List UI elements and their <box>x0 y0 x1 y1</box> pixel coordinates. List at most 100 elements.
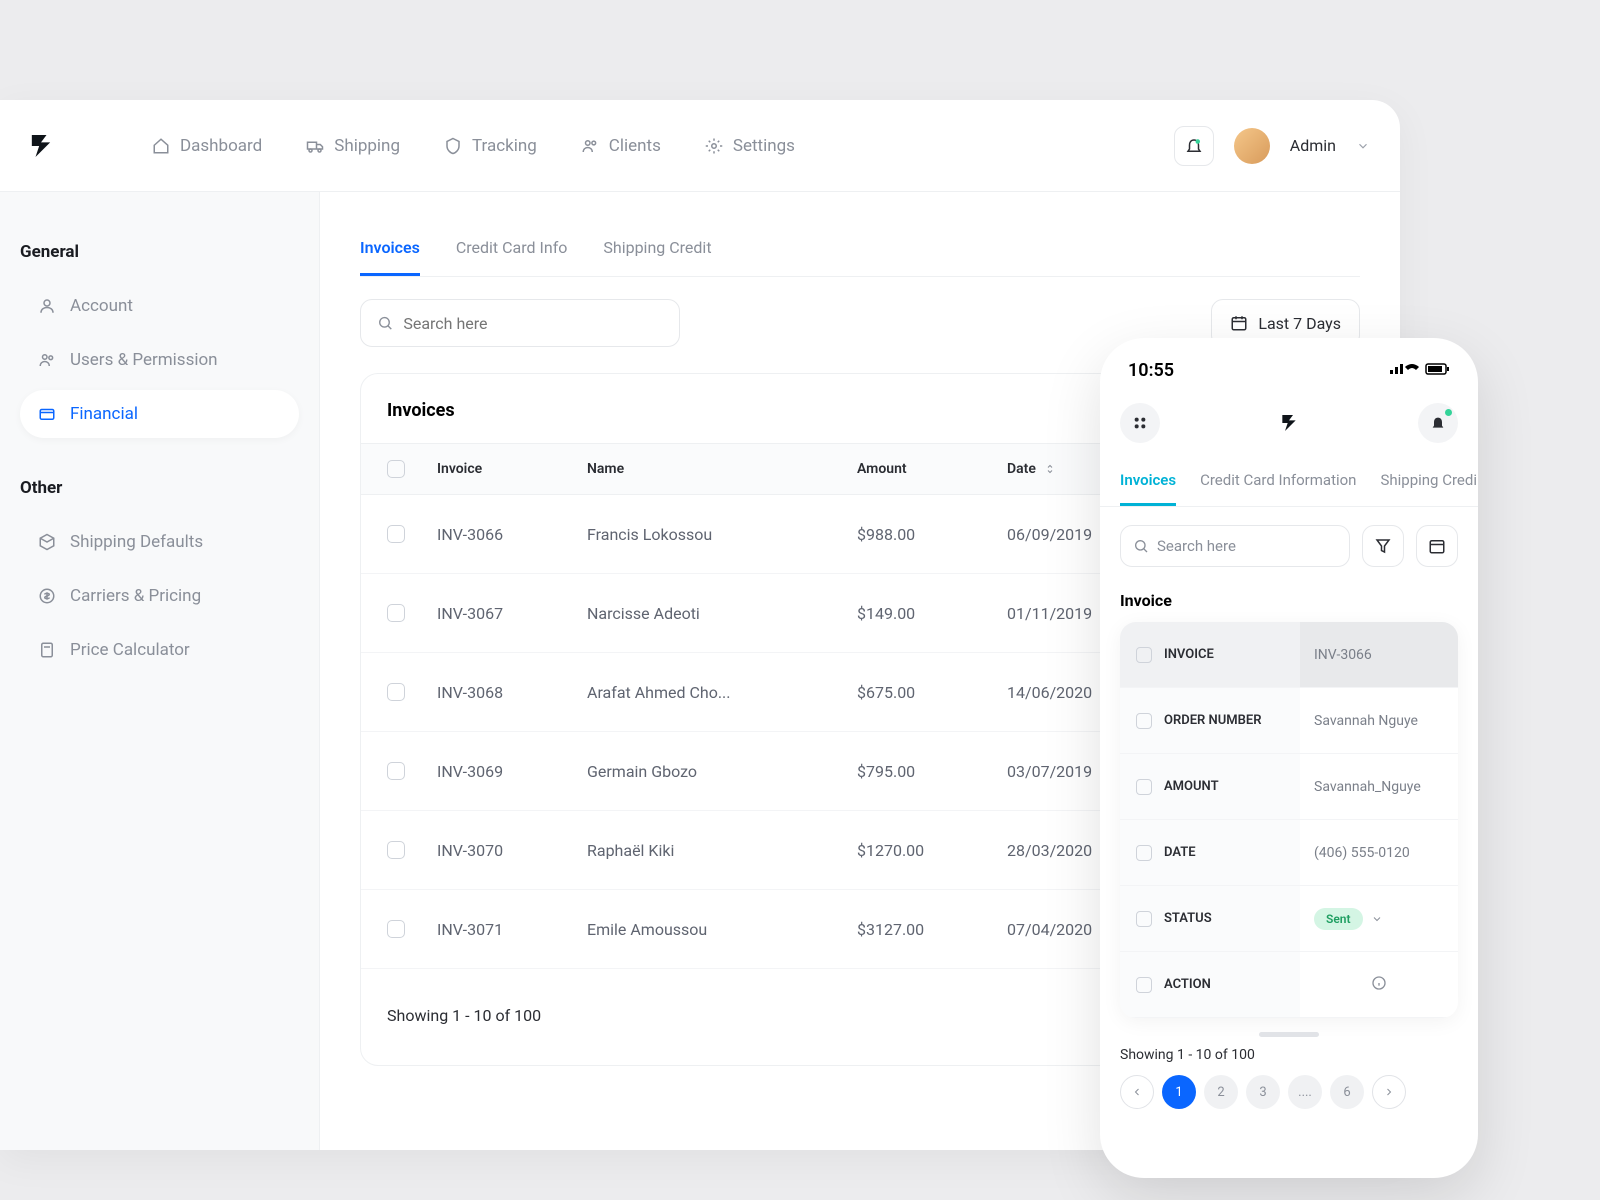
tab-credit-card-info[interactable]: Credit Card Info <box>456 222 568 276</box>
mobile-menu-button[interactable] <box>1120 403 1160 443</box>
mobile-row-action: ACTION <box>1120 952 1458 1018</box>
cell-amount: $675.00 <box>857 683 1007 702</box>
mobile-status-icons <box>1390 360 1450 381</box>
mobile-pager-prev[interactable] <box>1120 1075 1154 1109</box>
mobile-checkbox[interactable] <box>1136 845 1152 861</box>
mobile-tab-invoices[interactable]: Invoices <box>1120 471 1176 506</box>
nav-clients[interactable]: Clients <box>581 136 661 156</box>
sidebar: General Account Users & Permission Finan… <box>0 192 320 1150</box>
topbar: Dashboard Shipping Tracking Clients Sett… <box>0 100 1400 192</box>
mobile-pager-3[interactable]: 3 <box>1246 1075 1280 1109</box>
sidebar-item-label: Account <box>70 296 133 316</box>
mobile-filter-button[interactable] <box>1362 525 1404 567</box>
nav-shipping[interactable]: Shipping <box>306 136 400 156</box>
mobile-status-pill[interactable]: Sent <box>1314 908 1383 930</box>
sidebar-item-label: Users & Permission <box>70 350 218 370</box>
row-checkbox[interactable] <box>387 525 405 543</box>
truck-icon <box>306 137 324 155</box>
cell-amount: $795.00 <box>857 762 1007 781</box>
col-invoice[interactable]: Invoice <box>437 461 587 477</box>
row-checkbox[interactable] <box>387 920 405 938</box>
tab-invoices[interactable]: Invoices <box>360 222 420 276</box>
mobile-calendar-button[interactable] <box>1416 525 1458 567</box>
home-icon <box>152 137 170 155</box>
nav-label: Shipping <box>334 136 400 156</box>
mobile-search-input[interactable]: Search here <box>1120 525 1350 567</box>
nav-settings[interactable]: Settings <box>705 136 795 156</box>
sidebar-item-label: Shipping Defaults <box>70 532 203 552</box>
filter-icon <box>1374 537 1392 555</box>
sidebar-item-financial[interactable]: Financial <box>20 390 299 438</box>
nav-label: Settings <box>733 136 795 156</box>
mobile-drag-handle[interactable] <box>1259 1032 1319 1037</box>
nav-dashboard[interactable]: Dashboard <box>152 136 262 156</box>
row-checkbox[interactable] <box>387 841 405 859</box>
cell-amount: $988.00 <box>857 525 1007 544</box>
mobile-tab-cc[interactable]: Credit Card Information <box>1200 471 1356 506</box>
search-input[interactable] <box>403 314 663 333</box>
tab-shipping-credit[interactable]: Shipping Credit <box>603 222 711 276</box>
mobile-tab-shipping-credit[interactable]: Shipping Credi <box>1380 471 1477 506</box>
mobile-pager-next[interactable] <box>1372 1075 1406 1109</box>
sidebar-section-other: Other <box>20 478 299 498</box>
mobile-pager-2[interactable]: 2 <box>1204 1075 1238 1109</box>
col-amount[interactable]: Amount <box>857 461 1007 477</box>
search-icon <box>1133 538 1149 554</box>
mobile-row-invoice: INVOICE INV-3066 <box>1120 622 1458 688</box>
chevron-down-icon[interactable] <box>1356 139 1370 153</box>
mobile-search-row: Search here <box>1100 507 1478 585</box>
mobile-value-order: Savannah Nguye <box>1300 713 1458 729</box>
cell-invoice: INV-3066 <box>437 525 587 544</box>
topbar-right: Admin <box>1174 126 1370 166</box>
cell-amount: $1270.00 <box>857 841 1007 860</box>
sidebar-item-carriers-pricing[interactable]: Carriers & Pricing <box>20 572 299 620</box>
mobile-bell-button[interactable] <box>1418 403 1458 443</box>
card-icon <box>38 405 56 423</box>
calculator-icon <box>38 641 56 659</box>
select-all-checkbox[interactable] <box>387 460 405 478</box>
mobile-preview: 10:55 Invoices Credit Card Information S… <box>1100 338 1478 1178</box>
mobile-checkbox[interactable] <box>1136 779 1152 795</box>
col-name[interactable]: Name <box>587 461 857 477</box>
row-checkbox[interactable] <box>387 683 405 701</box>
mobile-pager-6[interactable]: 6 <box>1330 1075 1364 1109</box>
cell-invoice: INV-3067 <box>437 604 587 623</box>
info-icon[interactable] <box>1371 975 1387 991</box>
mobile-value-invoice: INV-3066 <box>1300 622 1458 687</box>
row-checkbox[interactable] <box>387 604 405 622</box>
nav-label: Clients <box>609 136 661 156</box>
users-icon <box>38 351 56 369</box>
gear-icon <box>705 137 723 155</box>
sidebar-section-general: General <box>20 242 299 262</box>
grid-icon <box>1132 415 1148 431</box>
avatar[interactable] <box>1234 128 1270 164</box>
mobile-row-status: STATUS Sent <box>1120 886 1458 952</box>
mobile-checkbox[interactable] <box>1136 713 1152 729</box>
mobile-pager-dots: .... <box>1288 1075 1322 1109</box>
sidebar-item-users-permission[interactable]: Users & Permission <box>20 336 299 384</box>
mobile-row-date: DATE (406) 555-0120 <box>1120 820 1458 886</box>
sidebar-item-shipping-defaults[interactable]: Shipping Defaults <box>20 518 299 566</box>
mobile-pager-1[interactable]: 1 <box>1162 1075 1196 1109</box>
calendar-icon <box>1428 537 1446 555</box>
box-icon <box>38 533 56 551</box>
search-box[interactable] <box>360 299 680 347</box>
nav-tracking[interactable]: Tracking <box>444 136 537 156</box>
mobile-section-title: Invoice <box>1100 585 1478 622</box>
cell-invoice: INV-3069 <box>437 762 587 781</box>
sidebar-item-account[interactable]: Account <box>20 282 299 330</box>
mobile-checkbox[interactable] <box>1136 977 1152 993</box>
bell-icon <box>1430 415 1446 431</box>
notifications-button[interactable] <box>1174 126 1214 166</box>
showing-text: Showing 1 - 10 of 100 <box>387 1006 541 1025</box>
cell-name: Raphaël Kiki <box>587 841 857 860</box>
mobile-checkbox[interactable] <box>1136 647 1152 663</box>
cell-name: Emile Amoussou <box>587 920 857 939</box>
sidebar-item-price-calculator[interactable]: Price Calculator <box>20 626 299 674</box>
row-checkbox[interactable] <box>387 762 405 780</box>
cell-name: Germain Gbozo <box>587 762 857 781</box>
cell-invoice: INV-3068 <box>437 683 587 702</box>
shield-icon <box>444 137 462 155</box>
logo <box>30 133 52 159</box>
mobile-checkbox[interactable] <box>1136 911 1152 927</box>
